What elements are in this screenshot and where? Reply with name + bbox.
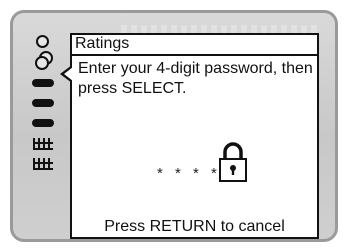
dual-circle-icon[interactable] — [35, 51, 55, 71]
parental-tree-2-icon[interactable] — [32, 157, 54, 171]
password-instruction: Enter your 4-digit password, then press … — [78, 60, 313, 97]
parental-tree-1-icon[interactable] — [32, 137, 54, 151]
password-input-mask[interactable]: * * * * — [157, 165, 221, 182]
setup-circle-icon[interactable] — [36, 35, 49, 48]
menu-bar-3-icon[interactable] — [32, 119, 54, 127]
ratings-password-dialog: Ratings Enter your 4-digit password, the… — [70, 33, 319, 239]
title-divider — [72, 54, 317, 56]
side-menu — [29, 35, 69, 185]
tv-screen: Ratings Enter your 4-digit password, the… — [10, 10, 338, 242]
menu-bar-1-icon[interactable] — [32, 79, 54, 87]
menu-bar-2-icon[interactable] — [32, 99, 54, 107]
dialog-pointer-fill — [64, 67, 73, 81]
dialog-title: Ratings — [75, 35, 130, 52]
cancel-hint: Press RETURN to cancel — [104, 218, 285, 235]
lock-icon — [219, 142, 247, 182]
